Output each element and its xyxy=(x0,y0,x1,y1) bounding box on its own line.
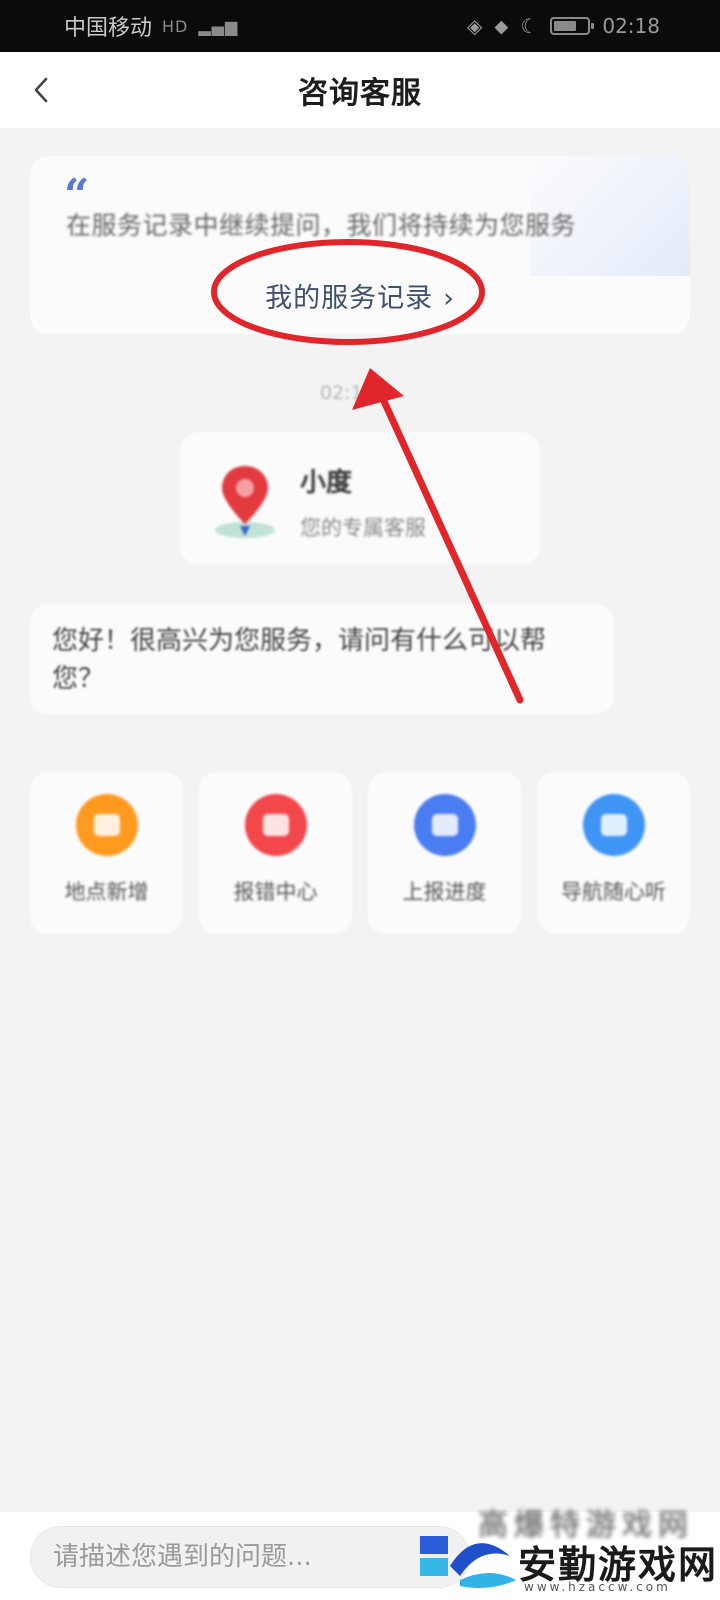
quick-action-report-progress[interactable]: 上报进度 xyxy=(368,772,521,934)
network-tag: HD xyxy=(162,16,189,36)
location-icon: ⬥ xyxy=(494,14,509,38)
quick-action-label: 导航随心听 xyxy=(561,880,666,904)
map-pin-avatar-icon xyxy=(215,466,275,538)
error-report-icon xyxy=(244,794,307,856)
carrier-name: 中国移动 xyxy=(64,16,153,41)
chevron-right-icon: › xyxy=(443,283,455,314)
quick-action-error-center[interactable]: 报错中心 xyxy=(199,772,352,934)
chevron-left-icon xyxy=(34,77,48,103)
moon-icon: ☾ xyxy=(520,14,539,38)
site-watermark: 高爆特游戏网 安勤游戏网 www.hzaccw.com xyxy=(420,1506,720,1600)
signal-icon: ▂▄▆ xyxy=(198,16,239,36)
watermark-url: www.hzaccw.com xyxy=(524,1580,671,1594)
service-records-label: 我的服务记录 xyxy=(265,283,434,314)
battery-icon xyxy=(550,17,595,35)
quick-action-add-place[interactable]: 地点新增 xyxy=(30,772,183,934)
nfc-icon: ◈ xyxy=(467,14,483,38)
watermark-logo-icon xyxy=(420,1536,516,1588)
problem-description-input[interactable]: 请描述您遇到的问题... xyxy=(30,1526,470,1588)
service-record-card: “ 在服务记录中继续提问，我们将持续为您服务 我的服务记录 › xyxy=(30,156,690,334)
add-place-icon xyxy=(75,794,138,856)
agent-subtitle: 您的专属客服 xyxy=(300,516,426,540)
progress-icon xyxy=(413,794,476,856)
quick-action-label: 地点新增 xyxy=(64,880,149,904)
header-bar: 咨询客服 xyxy=(0,52,720,128)
message-time: 02:1 xyxy=(320,382,363,404)
nav-audio-icon xyxy=(582,794,645,856)
quick-action-label: 报错中心 xyxy=(233,880,318,904)
agent-name: 小度 xyxy=(300,468,353,498)
agent-intro-card[interactable]: 小度 您的专属客服 xyxy=(180,432,540,564)
back-button[interactable] xyxy=(26,72,56,108)
status-bar: 中国移动 HD ▂▄▆ ◈ ⬥ ☾ 02:18 xyxy=(0,0,720,52)
page-title: 咨询客服 xyxy=(298,76,422,111)
greeting-message: 您好！很高兴为您服务，请问有什么可以帮您？ xyxy=(30,604,614,714)
quick-action-label: 上报进度 xyxy=(402,880,487,904)
record-description: 在服务记录中继续提问，我们将持续为您服务 xyxy=(66,211,577,240)
quick-action-nav-audio[interactable]: 导航随心听 xyxy=(537,772,690,934)
quick-actions: 地点新增 报错中心 上报进度 导航随心听 xyxy=(30,772,690,934)
my-service-records-link[interactable]: 我的服务记录 › xyxy=(30,276,690,315)
clock: 02:18 xyxy=(602,14,660,38)
